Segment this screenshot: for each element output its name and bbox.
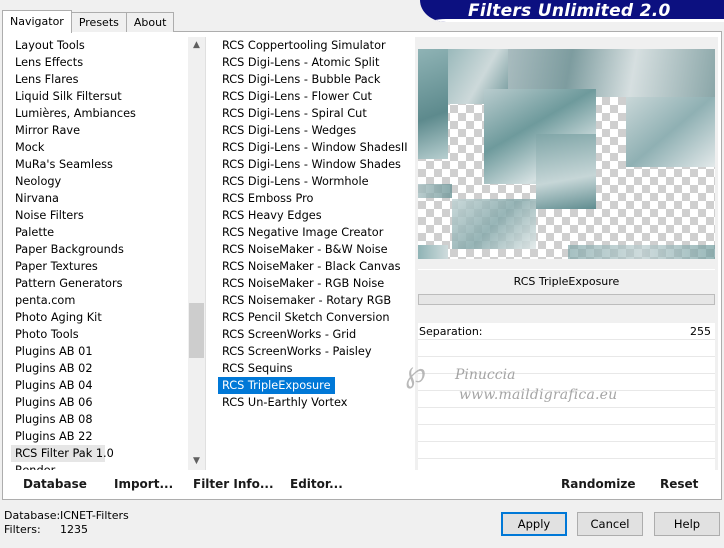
- database-button[interactable]: Database: [23, 477, 87, 491]
- filter-info-button[interactable]: Filter Info...: [193, 477, 274, 491]
- category-list[interactable]: Layout Tools Lens Effects Lens Flares Liqui…: [11, 37, 206, 470]
- category-item[interactable]: MuRa's Seamless: [11, 156, 189, 173]
- preview-block: [452, 199, 536, 249]
- help-button[interactable]: Help: [654, 512, 720, 536]
- filter-item[interactable]: RCS Digi-Lens - Wedges: [218, 122, 413, 139]
- filter-item[interactable]: RCS NoiseMaker - B&W Noise: [218, 241, 413, 258]
- category-item[interactable]: Plugins AB 04: [11, 377, 189, 394]
- filters-label: Filters:: [4, 523, 41, 536]
- category-item[interactable]: Liquid Silk Filtersut: [11, 88, 189, 105]
- category-items: Layout Tools Lens Effects Lens Flares Liqui…: [11, 37, 189, 470]
- filter-list[interactable]: RCS Coppertooling Simulator RCS Digi-Lens…: [218, 37, 413, 470]
- category-item[interactable]: Paper Textures: [11, 258, 189, 275]
- tab-navigator[interactable]: Navigator: [2, 10, 72, 33]
- filter-item[interactable]: RCS Coppertooling Simulator: [218, 37, 413, 54]
- import-button[interactable]: Import...: [114, 477, 173, 491]
- category-item[interactable]: Mirror Rave: [11, 122, 189, 139]
- app-title: Filters Unlimited 2.0: [468, 1, 671, 21]
- category-item[interactable]: Plugins AB 01: [11, 343, 189, 360]
- filter-item[interactable]: RCS ScreenWorks - Paisley: [218, 343, 413, 360]
- category-item[interactable]: Plugins AB 06: [11, 394, 189, 411]
- category-item[interactable]: Mock: [11, 139, 189, 156]
- watermark-url: www.maildigrafica.eu: [459, 387, 618, 403]
- preview-image: [418, 49, 715, 259]
- filter-item[interactable]: RCS Digi-Lens - Bubble Pack: [218, 71, 413, 88]
- category-item[interactable]: Photo Tools: [11, 326, 189, 343]
- watermark: ℘ Pinuccia www.maildigrafica.eu: [405, 355, 635, 411]
- editor-button[interactable]: Editor...: [290, 477, 343, 491]
- apply-button[interactable]: Apply: [501, 512, 567, 536]
- scroll-down-icon[interactable]: ▼: [188, 453, 205, 470]
- category-item[interactable]: Photo Aging Kit: [11, 309, 189, 326]
- filter-item[interactable]: RCS ScreenWorks - Grid: [218, 326, 413, 343]
- filter-item[interactable]: RCS Digi-Lens - Window ShadesII: [218, 139, 413, 156]
- database-value: ICNET-Filters: [60, 509, 129, 522]
- database-label: Database:: [4, 509, 61, 522]
- filter-item[interactable]: RCS Digi-Lens - Spiral Cut: [218, 105, 413, 122]
- reset-button[interactable]: Reset: [660, 477, 698, 491]
- filter-item[interactable]: RCS Digi-Lens - Window Shades: [218, 156, 413, 173]
- preview-block: [568, 245, 715, 259]
- category-item[interactable]: Lens Effects: [11, 54, 189, 71]
- category-item[interactable]: Lens Flares: [11, 71, 189, 88]
- param-row-separation[interactable]: Separation: 255: [418, 323, 715, 340]
- filter-item[interactable]: RCS TripleExposure: [218, 377, 335, 394]
- preview-block: [536, 134, 596, 209]
- category-item[interactable]: RCS Filter Pak 1.0: [11, 445, 114, 462]
- preview-block: [418, 245, 448, 259]
- filter-item[interactable]: RCS Heavy Edges: [218, 207, 413, 224]
- scroll-up-icon[interactable]: ▲: [188, 37, 205, 54]
- category-item[interactable]: Render: [11, 462, 189, 470]
- filter-item[interactable]: RCS NoiseMaker - Black Canvas: [218, 258, 413, 275]
- title-banner: Filters Unlimited 2.0: [420, 0, 724, 22]
- category-item[interactable]: Pattern Generators: [11, 275, 189, 292]
- filter-item[interactable]: RCS Digi-Lens - Atomic Split: [218, 54, 413, 71]
- filter-item[interactable]: RCS Pencil Sketch Conversion: [218, 309, 413, 326]
- progress-bar: [418, 294, 715, 305]
- filter-item[interactable]: RCS Negative Image Creator: [218, 224, 413, 241]
- preview-block: [418, 49, 448, 159]
- param-row-empty: [418, 425, 715, 442]
- watermark-logo: ℘: [405, 355, 426, 390]
- category-item[interactable]: Lumières, Ambiances: [11, 105, 189, 122]
- filter-item[interactable]: RCS Digi-Lens - Wormhole: [218, 173, 413, 190]
- filters-count: 1235: [60, 523, 88, 536]
- param-value: 255: [690, 325, 711, 338]
- tab-bar: Navigator Presets About: [2, 10, 175, 33]
- category-item[interactable]: Palette: [11, 224, 189, 241]
- scroll-thumb[interactable]: [189, 303, 204, 358]
- filter-item[interactable]: RCS Emboss Pro: [218, 190, 413, 207]
- category-item[interactable]: Paper Backgrounds: [11, 241, 189, 258]
- status-area: Database:ICNET-Filters Filters: 1235: [4, 509, 129, 537]
- tab-about[interactable]: About: [125, 12, 175, 32]
- selected-filter-title: RCS TripleExposure: [418, 269, 715, 293]
- preview-block: [418, 184, 452, 198]
- category-item[interactable]: Plugins AB 22: [11, 428, 189, 445]
- category-item[interactable]: Noise Filters: [11, 207, 189, 224]
- param-label: Separation:: [419, 325, 483, 338]
- navigator-panel: Layout Tools Lens Effects Lens Flares Liqui…: [2, 31, 722, 500]
- category-scrollbar[interactable]: ▲ ▼: [188, 37, 205, 470]
- cancel-button[interactable]: Cancel: [577, 512, 643, 536]
- filter-item[interactable]: RCS NoiseMaker - RGB Noise: [218, 275, 413, 292]
- param-row-empty: [418, 442, 715, 459]
- filter-item[interactable]: RCS Sequins: [218, 360, 413, 377]
- filter-item[interactable]: RCS Un-Earthly Vortex: [218, 394, 413, 411]
- category-item[interactable]: Layout Tools: [11, 37, 189, 54]
- filter-item[interactable]: RCS Noisemaker - Rotary RGB: [218, 292, 413, 309]
- preview-block: [626, 97, 715, 167]
- category-item[interactable]: Neology: [11, 173, 189, 190]
- filter-item[interactable]: RCS Digi-Lens - Flower Cut: [218, 88, 413, 105]
- toolbar: Database Import... Filter Info... Editor…: [11, 471, 718, 497]
- category-item[interactable]: Plugins AB 08: [11, 411, 189, 428]
- category-item[interactable]: Plugins AB 02: [11, 360, 189, 377]
- tab-presets[interactable]: Presets: [70, 12, 127, 32]
- randomize-button[interactable]: Randomize: [561, 477, 635, 491]
- category-item[interactable]: penta.com: [11, 292, 189, 309]
- watermark-name: Pinuccia: [455, 367, 516, 383]
- category-item[interactable]: Nirvana: [11, 190, 189, 207]
